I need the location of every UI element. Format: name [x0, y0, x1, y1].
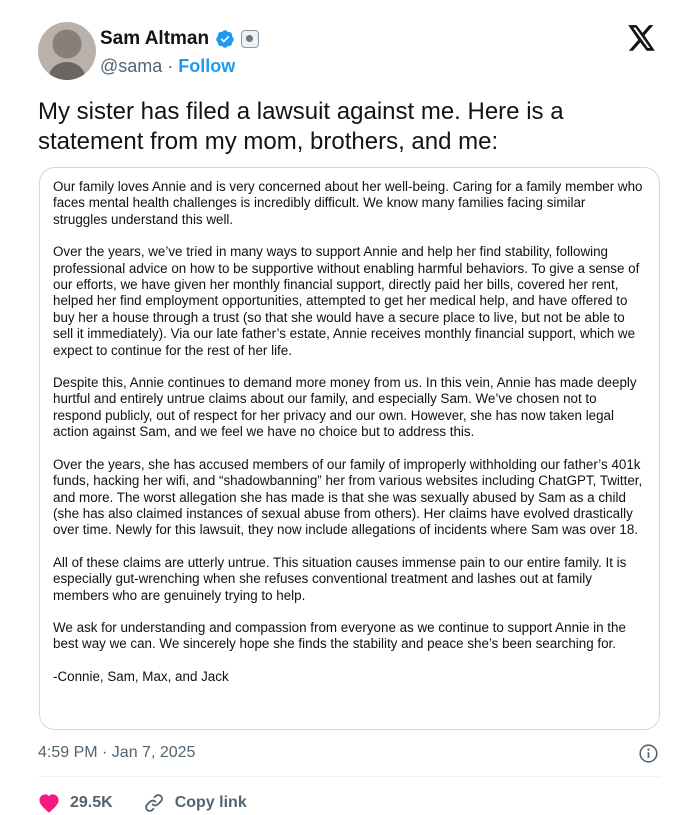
statement-paragraph: All of these claims are utterly untrue. …: [53, 554, 627, 603]
timestamp-row: 4:59 PM · Jan 7, 2025: [38, 743, 660, 764]
tweet-header: Sam Altman @sama · Follow: [38, 22, 678, 82]
tweet-text: My sister has filed a lawsuit against me…: [38, 98, 564, 155]
copy-link-action[interactable]: Copy link: [143, 792, 247, 814]
statement-paragraph: Over the years, we’ve tried in many ways…: [53, 244, 640, 358]
statement-paragraph: Over the years, she has accused members …: [53, 456, 643, 538]
heart-icon[interactable]: [38, 793, 60, 813]
action-bar: 29.5K Copy link: [38, 792, 247, 814]
statement-image[interactable]: Our family loves Annie and is very conce…: [39, 167, 660, 730]
verified-icon: [216, 30, 234, 48]
statement-paragraph: Our family loves Annie and is very conce…: [53, 179, 643, 227]
x-logo-icon[interactable]: [628, 25, 656, 51]
like-count: 29.5K: [70, 794, 113, 811]
author-handle[interactable]: @sama: [100, 56, 162, 77]
statement-signature: -Connie, Sam, Max, and Jack: [53, 668, 229, 684]
timestamp[interactable]: 4:59 PM · Jan 7, 2025: [38, 744, 195, 761]
link-icon[interactable]: [143, 792, 165, 814]
statement-paragraph: We ask for understanding and compassion …: [53, 619, 626, 652]
author-name-row: Sam Altman: [100, 28, 260, 50]
copy-link-label: Copy link: [174, 794, 247, 811]
author-name[interactable]: Sam Altman: [100, 28, 209, 50]
follow-button[interactable]: Follow: [178, 56, 235, 77]
like-action[interactable]: 29.5K: [38, 793, 113, 813]
separator-dot: ·: [167, 56, 174, 76]
gray-badge-icon: [241, 30, 260, 48]
info-icon[interactable]: [638, 743, 659, 764]
divider: [38, 776, 660, 777]
handle-row: @sama · Follow: [100, 56, 235, 77]
statement-paragraph: Despite this, Annie continues to demand …: [53, 375, 637, 440]
avatar[interactable]: [38, 22, 96, 80]
